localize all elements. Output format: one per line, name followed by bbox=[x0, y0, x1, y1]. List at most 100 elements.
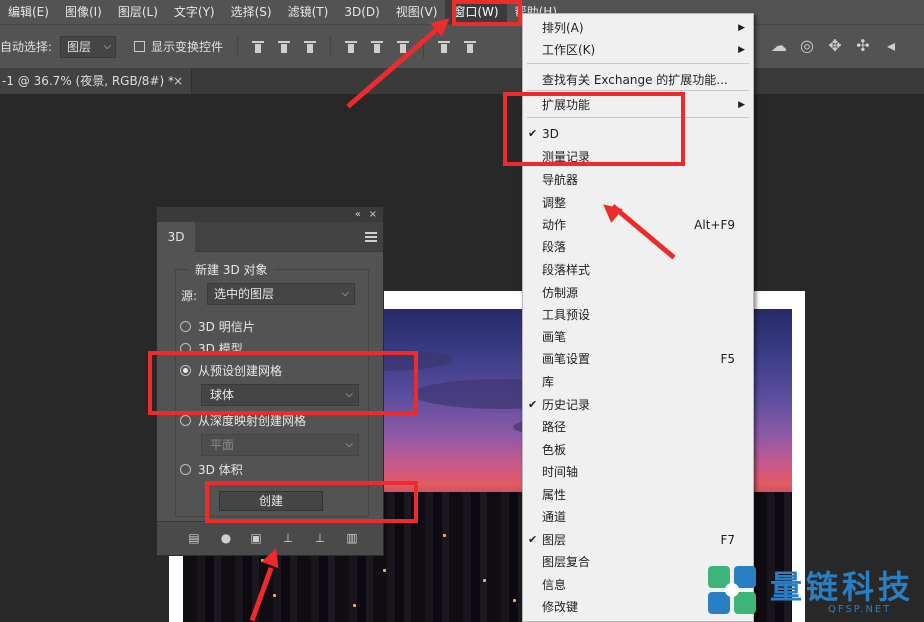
window-menu-item-label: 段落样式 bbox=[542, 263, 591, 277]
window-menu-item[interactable]: 查找有关 Exchange 的扩展功能... bbox=[523, 69, 753, 91]
trash-icon[interactable]: ▥ bbox=[345, 531, 359, 545]
divider bbox=[237, 35, 239, 58]
shortcut-label: Alt+F9 bbox=[694, 218, 735, 232]
align-bottom-icon[interactable] bbox=[304, 40, 317, 53]
window-menu-item[interactable]: 工作区(K) ▶ bbox=[523, 39, 753, 61]
shortcut-label: F5 bbox=[720, 352, 735, 366]
shortcut-label: F7 bbox=[720, 533, 735, 547]
window-menu-item[interactable]: ✔ 图层 F7 bbox=[523, 529, 753, 551]
window-menu-item-label: 调整 bbox=[542, 196, 567, 210]
auto-select-dropdown[interactable]: 图层 ⌵ bbox=[60, 35, 117, 58]
menu-image[interactable]: 图像(I) bbox=[57, 0, 110, 24]
add-light-icon[interactable]: ⊥ bbox=[313, 531, 327, 545]
menu-select[interactable]: 选择(S) bbox=[223, 0, 280, 24]
window-menu-item[interactable]: 排列(A) ▶ bbox=[523, 17, 753, 39]
align-top-icon[interactable] bbox=[252, 40, 265, 53]
chevron-down-icon: ⌵ bbox=[345, 439, 353, 450]
auto-select-value: 图层 bbox=[67, 39, 92, 54]
document-tab-label: -1 @ 36.7% (夜景, RGB/8#) * bbox=[2, 74, 174, 88]
window-menu-item[interactable]: 时间轴 bbox=[523, 461, 753, 483]
distribute-center-icon[interactable] bbox=[464, 40, 477, 53]
window-menu-item-label: 修改键 bbox=[542, 600, 579, 614]
watermark-site: QFSP.NET bbox=[828, 604, 892, 615]
window-menu-item-label: 导航器 bbox=[542, 173, 579, 187]
window-menu-item[interactable]: 导航器 bbox=[523, 169, 753, 191]
window-menu-item-label: 属性 bbox=[542, 488, 567, 502]
window-menu-item[interactable]: 色板 bbox=[523, 439, 753, 461]
menu-3d[interactable]: 3D(D) bbox=[336, 0, 387, 24]
annotation-box-create-button bbox=[205, 481, 418, 523]
show-transform-checkbox[interactable] bbox=[134, 41, 146, 52]
close-icon[interactable]: × bbox=[173, 68, 183, 94]
group-title: 新建 3D 对象 bbox=[189, 261, 274, 278]
light-icon[interactable]: ● bbox=[219, 531, 233, 545]
check-icon: ✔ bbox=[528, 398, 538, 411]
chevron-down-icon: ⌵ bbox=[103, 40, 112, 52]
window-menu-item[interactable]: 段落样式 bbox=[523, 259, 753, 281]
align-horizontal-center-icon[interactable] bbox=[371, 40, 384, 53]
align-vertical-center-icon[interactable] bbox=[278, 40, 291, 53]
volume-label: 3D 体积 bbox=[198, 463, 243, 477]
show-transform-label: 显示变换控件 bbox=[151, 40, 224, 54]
window-menu-item[interactable]: 段落 bbox=[523, 236, 753, 258]
divider bbox=[330, 35, 332, 58]
window-menu-item-label: 色板 bbox=[542, 443, 567, 457]
menu-separator bbox=[527, 90, 749, 91]
window-menu-item-label: 库 bbox=[542, 375, 555, 389]
menu-separator bbox=[527, 63, 749, 64]
material-icon[interactable]: ▣ bbox=[249, 531, 263, 545]
window-menu-item[interactable]: 通道 bbox=[523, 506, 753, 528]
distribute-top-icon[interactable] bbox=[438, 40, 451, 53]
window-menu-item[interactable]: 画笔 bbox=[523, 326, 753, 348]
window-menu-item-label: 通道 bbox=[542, 510, 567, 524]
source-label: 源: bbox=[181, 289, 198, 303]
window-menu-item-label: 信息 bbox=[542, 578, 567, 592]
window-menu-item[interactable]: 工具预设 bbox=[523, 304, 753, 326]
ground-plane-icon[interactable]: ⊥ bbox=[281, 531, 295, 545]
mesh-from-depth-radio[interactable] bbox=[180, 415, 191, 426]
postcard-label: 3D 明信片 bbox=[198, 320, 255, 334]
tab-3d[interactable]: 3D bbox=[157, 222, 195, 252]
filter-scene-icon[interactable]: ▤ bbox=[187, 531, 201, 545]
close-icon[interactable]: × bbox=[369, 207, 377, 222]
menu-type[interactable]: 文字(Y) bbox=[166, 0, 223, 24]
window-menu-item[interactable]: 路径 bbox=[523, 416, 753, 438]
panel-title-bar[interactable]: « × bbox=[157, 207, 383, 222]
window-menu-item-label: 动作 bbox=[542, 218, 567, 232]
options-bar: 自动选择: 图层 ⌵ 显示变换控件 ☁ ◎ ✥ ✣ ◂ bbox=[0, 24, 924, 68]
panel-menu-icon[interactable] bbox=[365, 232, 377, 242]
menu-filter[interactable]: 滤镜(T) bbox=[280, 0, 337, 24]
panel-tabs: 3D bbox=[157, 222, 383, 252]
submenu-arrow-icon: ▶ bbox=[738, 23, 745, 33]
3d-drag-icon[interactable]: ✥ bbox=[826, 37, 844, 55]
window-menu-item[interactable]: 调整 bbox=[523, 192, 753, 214]
document-tab[interactable]: -1 @ 36.7% (夜景, RGB/8#) * × bbox=[0, 68, 192, 94]
3d-orbit-icon[interactable]: ☁ bbox=[770, 37, 788, 55]
volume-radio[interactable] bbox=[180, 464, 191, 475]
window-menu-item-label: 画笔 bbox=[542, 330, 567, 344]
window-menu-item[interactable]: 库 bbox=[523, 371, 753, 393]
submenu-arrow-icon: ▶ bbox=[738, 45, 745, 55]
chevron-down-icon: ⌵ bbox=[341, 288, 349, 299]
postcard-radio[interactable] bbox=[180, 321, 191, 332]
window-menu-item[interactable]: ✔ 历史记录 bbox=[523, 394, 753, 416]
window-menu-item-label: 图层 bbox=[542, 533, 567, 547]
window-menu-item[interactable]: 画笔设置 F5 bbox=[523, 348, 753, 370]
3d-roll-icon[interactable]: ◎ bbox=[798, 37, 816, 55]
align-left-icon[interactable] bbox=[345, 40, 358, 53]
watermark-name: 量链科技 bbox=[770, 568, 915, 606]
watermark-logo-icon bbox=[708, 566, 756, 614]
3d-camera-icon[interactable]: ◂ bbox=[882, 37, 900, 55]
depth-map-dropdown[interactable]: 平面 ⌵ bbox=[201, 434, 359, 456]
3d-slide-icon[interactable]: ✣ bbox=[854, 37, 872, 55]
window-menu-item-label: 查找有关 Exchange 的扩展功能... bbox=[542, 73, 728, 87]
menu-layer[interactable]: 图层(L) bbox=[110, 0, 166, 24]
window-menu-item-label: 画笔设置 bbox=[542, 352, 591, 366]
menu-edit[interactable]: 编辑(E) bbox=[0, 0, 57, 24]
window-menu-item-label: 图层复合 bbox=[542, 555, 591, 569]
collapse-icon[interactable]: « bbox=[355, 207, 361, 222]
window-menu-item[interactable]: 仿制源 bbox=[523, 282, 753, 304]
window-menu-item-label: 工具预设 bbox=[542, 308, 591, 322]
source-dropdown[interactable]: 选中的图层 ⌵ bbox=[207, 283, 355, 305]
window-menu-item[interactable]: 属性 bbox=[523, 484, 753, 506]
